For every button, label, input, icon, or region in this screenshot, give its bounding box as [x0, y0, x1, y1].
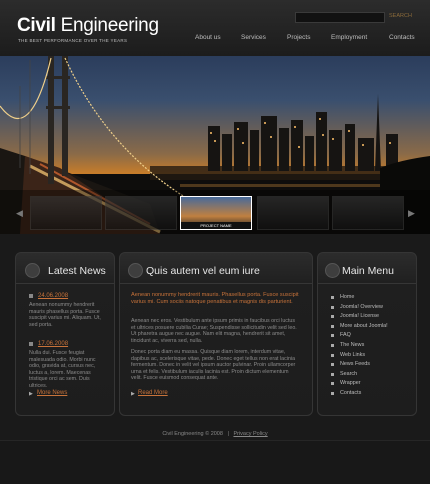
news-text-1: Aenean nonummy hendrerit mauris phasellu…	[29, 302, 101, 328]
chevron-left-icon[interactable]: ◀	[16, 208, 23, 219]
thumbnail-caption: PROJECT NAME	[181, 222, 251, 229]
menu-item-the-news[interactable]: The News	[340, 342, 364, 348]
news-text-2: Nulla dui. Fusce feugiat malesuada odio.…	[29, 350, 96, 389]
arrow-right-icon: ▶	[131, 391, 135, 397]
main-menu-title: Main Menu	[342, 265, 394, 277]
bullet-icon	[331, 382, 334, 386]
divider	[120, 283, 312, 284]
menu-icon	[325, 263, 340, 278]
copyright-text: Civil Engineering © 2008	[162, 431, 223, 437]
logo-rest: Engineering	[55, 15, 159, 36]
menu-item-search[interactable]: Search	[340, 371, 357, 377]
news-date-1[interactable]: 24.06.2008	[38, 293, 68, 299]
latest-news-title: Latest News	[48, 265, 106, 277]
menu-item-faq[interactable]: FAQ	[340, 332, 351, 338]
more-news-link[interactable]: More News	[37, 390, 67, 396]
date-icon	[29, 294, 33, 298]
bullet-icon	[331, 344, 334, 347]
menu-item-more-about-joomla[interactable]: More about Joomla!	[340, 323, 388, 329]
thumbnail-active[interactable]: PROJECT NAME	[180, 196, 252, 230]
thumbnail-4[interactable]	[257, 196, 329, 230]
bullet-icon	[331, 315, 334, 319]
privacy-policy-link[interactable]: Privacy Policy	[233, 431, 267, 437]
paragraph-1: Aenean nec eros. Vestibulum ante ipsum p…	[131, 318, 297, 344]
footer-line: Civil Engineering © 2008 | Privacy Polic…	[0, 431, 430, 437]
bullet-icon	[331, 392, 334, 395]
chevron-right-icon[interactable]: ▶	[408, 208, 415, 219]
menu-item-joomla-overview[interactable]: Joomla! Overview	[340, 304, 383, 310]
menu-item-contacts[interactable]: Contacts	[340, 390, 361, 396]
nav-services[interactable]: Services	[241, 34, 266, 41]
nav-about-us[interactable]: About us	[195, 34, 221, 41]
thumbnail-1[interactable]	[30, 196, 102, 230]
menu-item-home[interactable]: Home	[340, 294, 354, 300]
news-icon	[25, 263, 40, 278]
divider	[318, 283, 416, 284]
thumbnail-5[interactable]	[332, 196, 404, 230]
bullet-icon	[331, 305, 334, 309]
nav-contacts[interactable]: Contacts	[389, 34, 415, 41]
menu-item-joomla-license[interactable]: Joomla! License	[340, 313, 379, 319]
bullet-icon	[331, 296, 334, 299]
footer	[0, 440, 430, 484]
bullet-icon	[331, 363, 334, 367]
logo[interactable]: Civil Engineering	[17, 15, 159, 37]
bullet-icon	[331, 372, 334, 376]
main-content-title: Quis autem vel eum iure	[146, 265, 260, 277]
menu-item-wrapper[interactable]: Wrapper	[340, 380, 361, 386]
bullet-icon	[331, 324, 334, 328]
bullet-icon	[331, 334, 334, 338]
tagline: THE BEST PERFORMANCE OVER THE YEARS	[18, 38, 128, 43]
menu-item-web-links[interactable]: Web Links	[340, 352, 365, 358]
search-input[interactable]	[295, 12, 385, 23]
logo-bold: Civil	[17, 15, 56, 36]
date-icon	[29, 342, 33, 346]
arrow-right-icon: ▶	[29, 391, 33, 397]
lead-paragraph: Aenean nonummy hendrerit mauris. Phasell…	[131, 292, 299, 305]
divider	[16, 283, 114, 284]
search-button[interactable]: SEARCH	[389, 13, 412, 19]
paragraph-2: Donec porta diam eu massa. Quisque diam …	[131, 349, 296, 382]
news-date-2[interactable]: 17.06.2008	[38, 341, 68, 347]
thumbnail-strip: PROJECT NAME	[0, 190, 430, 234]
bullet-icon	[331, 353, 334, 357]
nav-projects[interactable]: Projects	[287, 34, 310, 41]
footer-separator: |	[227, 431, 229, 437]
thumbnail-2[interactable]	[105, 196, 177, 230]
menu-item-news-feeds[interactable]: News Feeds	[340, 361, 370, 367]
read-more-link[interactable]: Read More	[138, 390, 168, 396]
link-icon	[128, 263, 143, 278]
nav-employment[interactable]: Employment	[331, 34, 367, 41]
